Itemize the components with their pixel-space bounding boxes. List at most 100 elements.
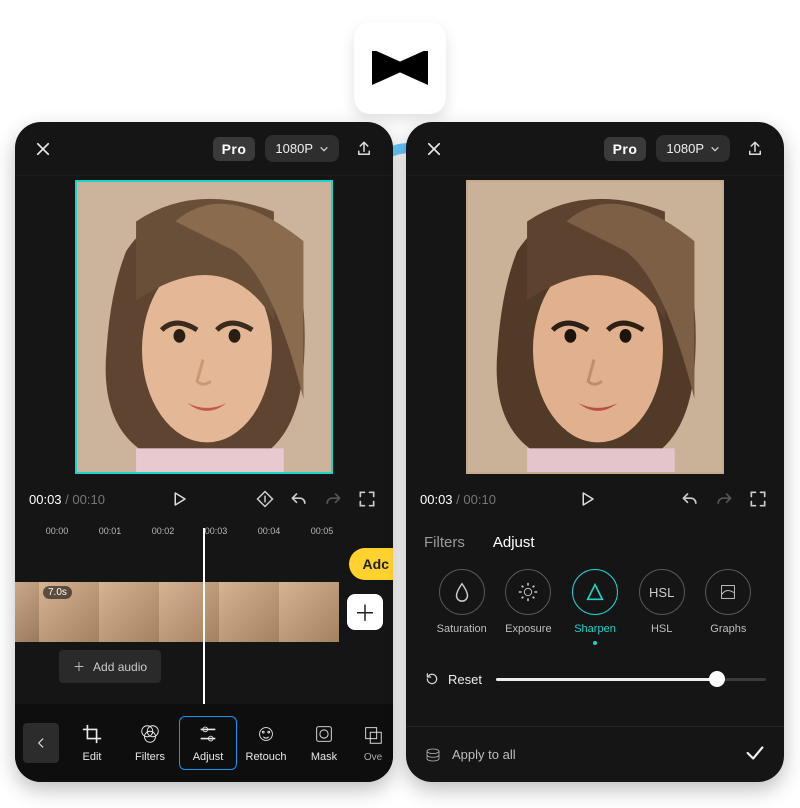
current-time: 00:03: [29, 492, 62, 507]
ruler-mark: 00:01: [99, 526, 122, 536]
clip-thumbnail[interactable]: 7.0s: [39, 582, 99, 642]
adjust-options[interactable]: Saturation Exposure Sharpen HSL HSL Grap…: [406, 559, 784, 649]
fullscreen-button[interactable]: [355, 487, 379, 511]
clip-thumbnail[interactable]: [279, 582, 339, 642]
plus-icon: ＋: [73, 658, 85, 675]
undo-button[interactable]: [287, 487, 311, 511]
slider-fill: [496, 678, 717, 681]
tool-filters[interactable]: Filters: [121, 717, 179, 769]
undo-icon: [680, 489, 700, 509]
play-button[interactable]: [164, 484, 194, 514]
playback-controls: 00:03 / 00:10: [15, 474, 393, 520]
close-button[interactable]: [420, 135, 448, 163]
fullscreen-icon: [748, 489, 768, 509]
redo-button[interactable]: [321, 487, 345, 511]
app-icon: [354, 22, 446, 114]
mask-icon: [313, 723, 335, 745]
bottom-toolbar: Edit Filters Adjust Retouch Mask Ove: [15, 704, 393, 782]
back-button[interactable]: [23, 723, 59, 763]
slider-knob[interactable]: [709, 671, 725, 687]
add-clip-button[interactable]: Adc: [349, 548, 393, 580]
option-hsl[interactable]: HSL HSL: [631, 569, 692, 635]
add-audio-button[interactable]: ＋ Add audio: [59, 650, 161, 683]
close-button[interactable]: [29, 135, 57, 163]
clip-thumbnail[interactable]: [219, 582, 279, 642]
apply-to-all-button[interactable]: Apply to all: [424, 746, 516, 764]
tool-label: Adjust: [193, 751, 224, 763]
tool-overlay[interactable]: Ove: [353, 718, 393, 769]
sharpen-slider[interactable]: [496, 669, 766, 689]
pro-badge[interactable]: Pro: [604, 137, 647, 161]
time-display: 00:03 / 00:10: [420, 492, 496, 507]
clip-thumbnail[interactable]: [99, 582, 159, 642]
clip-thumbnail[interactable]: [159, 582, 219, 642]
editor-screen-before: Pro 1080P: [15, 122, 393, 782]
export-icon: [355, 139, 373, 159]
timeline-playhead[interactable]: [203, 528, 205, 704]
pro-badge[interactable]: Pro: [213, 137, 256, 161]
ruler-mark: 00:04: [258, 526, 281, 536]
keyframe-icon: [255, 489, 275, 509]
keyframe-button[interactable]: [253, 487, 277, 511]
ruler-mark: 00:03: [205, 526, 228, 536]
time-display: 00:03 / 00:10: [29, 492, 105, 507]
option-sharpen[interactable]: Sharpen: [565, 569, 626, 645]
fullscreen-button[interactable]: [746, 487, 770, 511]
play-button[interactable]: [572, 484, 602, 514]
sharpen-icon: [584, 581, 606, 603]
export-button[interactable]: [740, 134, 770, 164]
clip-duration-badge: 7.0s: [43, 586, 72, 599]
close-icon: [425, 140, 443, 158]
undo-icon: [289, 489, 309, 509]
adjust-tabs: Filters Adjust: [406, 520, 784, 559]
resolution-label: 1080P: [666, 141, 704, 156]
tool-retouch[interactable]: Retouch: [237, 717, 295, 769]
tab-adjust[interactable]: Adjust: [493, 534, 535, 551]
play-icon: [170, 490, 188, 508]
undo-button[interactable]: [678, 487, 702, 511]
option-label: Saturation: [437, 623, 487, 635]
top-bar: Pro 1080P: [406, 122, 784, 176]
clip-thumbnail[interactable]: [15, 582, 39, 642]
tool-adjust[interactable]: Adjust: [179, 716, 237, 770]
reset-button[interactable]: Reset: [424, 671, 482, 687]
video-preview[interactable]: [466, 180, 724, 474]
option-label: Exposure: [505, 623, 551, 635]
total-time: 00:10: [463, 492, 496, 507]
tool-mask[interactable]: Mask: [295, 717, 353, 769]
resolution-dropdown[interactable]: 1080P: [265, 135, 339, 162]
playback-controls: 00:03 / 00:10: [406, 474, 784, 520]
preview-frame-illustration: [468, 182, 722, 472]
option-graphs[interactable]: Graphs: [698, 569, 759, 635]
export-button[interactable]: [349, 134, 379, 164]
chevron-down-icon: [710, 144, 720, 154]
video-preview[interactable]: [75, 180, 333, 474]
plus-icon: ＋: [354, 596, 376, 628]
add-media-button[interactable]: ＋: [347, 594, 383, 630]
slider-row: Reset: [406, 649, 784, 695]
ruler-mark: 00:05: [311, 526, 334, 536]
tab-filters[interactable]: Filters: [424, 534, 465, 551]
total-time: 00:10: [72, 492, 105, 507]
tool-edit[interactable]: Edit: [63, 717, 121, 769]
redo-button[interactable]: [712, 487, 736, 511]
option-label: Graphs: [710, 623, 746, 635]
apply-to-all-label: Apply to all: [452, 747, 516, 762]
top-bar: Pro 1080P: [15, 122, 393, 176]
sun-icon: [517, 581, 539, 603]
resolution-dropdown[interactable]: 1080P: [656, 135, 730, 162]
option-exposure[interactable]: Exposure: [498, 569, 559, 635]
fullscreen-icon: [357, 489, 377, 509]
crop-icon: [81, 723, 103, 745]
stack-icon: [424, 746, 442, 764]
tool-label: Mask: [311, 751, 337, 763]
tool-label: Retouch: [246, 751, 287, 763]
capcut-logo-icon: [370, 43, 430, 93]
redo-icon: [714, 489, 734, 509]
filters-icon: [139, 723, 161, 745]
tool-label: Ove: [364, 752, 382, 763]
droplet-icon: [451, 581, 473, 603]
option-saturation[interactable]: Saturation: [431, 569, 492, 635]
confirm-button[interactable]: [744, 742, 766, 767]
preview-frame-illustration: [77, 182, 331, 472]
